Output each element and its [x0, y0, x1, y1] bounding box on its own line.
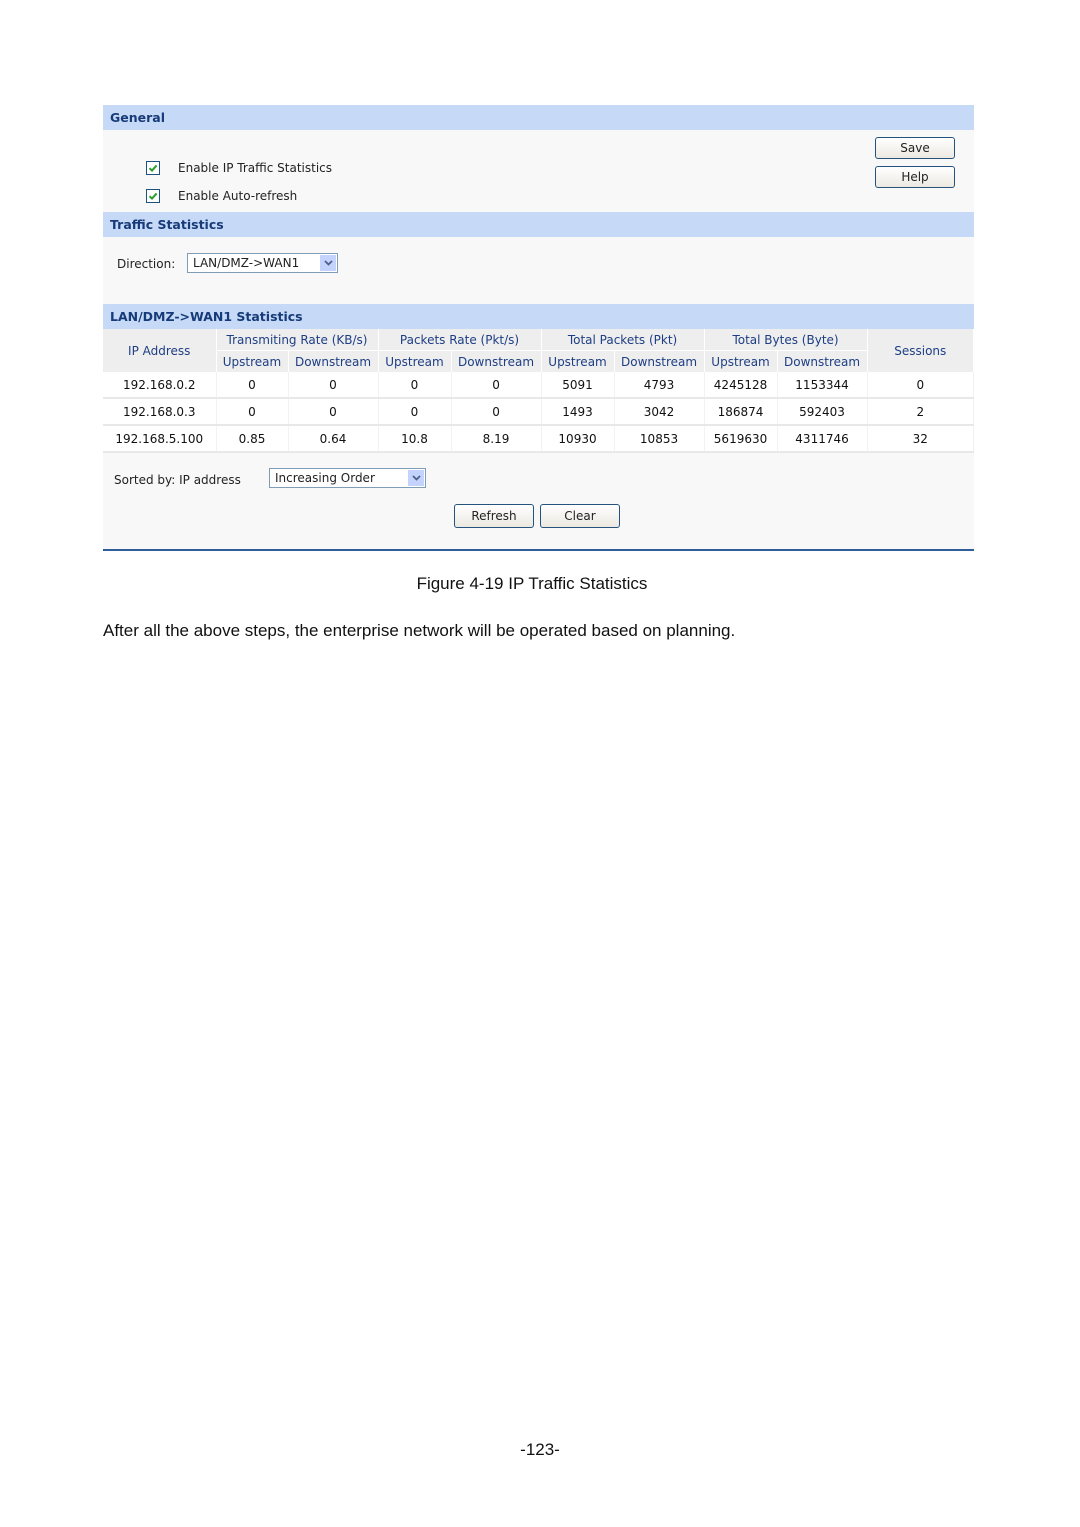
total-bytes-upstream-cell: 186874: [704, 398, 778, 426]
pkt-rate-downstream-cell: 0: [451, 372, 542, 399]
total-bytes-upstream-cell: 4245128: [704, 372, 778, 399]
column-header-total-bytes: Total Bytes (Byte): [704, 329, 868, 351]
direction-select-value: LAN/DMZ->WAN1: [193, 256, 300, 270]
tx-rate-upstream-cell: 0: [216, 398, 289, 426]
total-packets-upstream-cell: 10930: [541, 425, 615, 453]
column-header-total-packets: Total Packets (Pkt): [541, 329, 705, 351]
sort-order-select-value: Increasing Order: [275, 471, 375, 485]
total-packets-downstream-cell: 4793: [614, 372, 705, 399]
column-header-upstream: Upstream: [378, 350, 452, 372]
direction-label: Direction:: [117, 257, 176, 271]
chevron-down-icon[interactable]: [408, 470, 424, 486]
pkt-rate-downstream-cell: 8.19: [451, 425, 542, 453]
sort-order-select[interactable]: Increasing Order: [269, 468, 426, 488]
ip-address-cell: 192.168.0.3: [103, 398, 217, 426]
direction-select[interactable]: LAN/DMZ->WAN1: [187, 253, 338, 273]
total-bytes-downstream-cell: 1153344: [777, 372, 868, 399]
total-packets-upstream-cell: 5091: [541, 372, 615, 399]
tx-rate-downstream-cell: 0: [288, 398, 379, 426]
chevron-down-icon[interactable]: [320, 255, 336, 271]
help-button[interactable]: Help: [875, 166, 955, 188]
enable-ip-traffic-statistics-row: Enable IP Traffic Statistics: [146, 161, 332, 175]
pkt-rate-upstream-cell: 0: [378, 372, 452, 399]
column-header-upstream: Upstream: [541, 350, 615, 372]
refresh-button[interactable]: Refresh: [454, 504, 534, 528]
checkmark-icon: [148, 192, 158, 201]
column-header-downstream: Downstream: [451, 350, 542, 372]
page-number: -123-: [520, 1440, 560, 1459]
enable-auto-refresh-row: Enable Auto-refresh: [146, 189, 297, 203]
column-header-downstream: Downstream: [288, 350, 379, 372]
column-header-downstream: Downstream: [777, 350, 868, 372]
table-row: 192.168.0.3 0 0 0 0 1493 3042 186874 592…: [103, 398, 975, 426]
ip-traffic-statistics-panel: General Enable IP Traffic Statistics Ena…: [103, 105, 975, 551]
pkt-rate-downstream-cell: 0: [451, 398, 542, 426]
sessions-cell: 0: [867, 372, 975, 399]
general-section-header: General: [103, 105, 974, 130]
enable-ip-traffic-statistics-label: Enable IP Traffic Statistics: [178, 161, 333, 175]
ip-address-cell: 192.168.5.100: [103, 425, 217, 453]
enable-ip-traffic-statistics-checkbox[interactable]: [146, 161, 160, 175]
total-bytes-downstream-cell: 4311746: [777, 425, 868, 453]
tx-rate-upstream-cell: 0.85: [216, 425, 289, 453]
tx-rate-downstream-cell: 0: [288, 372, 379, 399]
tx-rate-upstream-cell: 0: [216, 372, 289, 399]
enable-auto-refresh-checkbox[interactable]: [146, 189, 160, 203]
clear-button[interactable]: Clear: [540, 504, 620, 528]
enable-auto-refresh-label: Enable Auto-refresh: [178, 189, 298, 203]
checkmark-icon: [148, 164, 158, 173]
sessions-cell: 2: [867, 398, 975, 426]
total-packets-downstream-cell: 10853: [614, 425, 705, 453]
sort-and-actions-area: Sorted by: IP address Increasing Order R…: [103, 453, 974, 549]
statistics-table: IP Address Transmiting Rate (KB/s) Packe…: [103, 329, 975, 453]
total-bytes-upstream-cell: 5619630: [704, 425, 778, 453]
sessions-cell: 32: [867, 425, 975, 453]
column-header-packets-rate: Packets Rate (Pkt/s): [378, 329, 542, 351]
general-section: Enable IP Traffic Statistics Enable Auto…: [103, 130, 974, 212]
save-button[interactable]: Save: [875, 137, 955, 159]
body-paragraph: After all the above steps, the enterpris…: [103, 621, 736, 640]
pkt-rate-upstream-cell: 0: [378, 398, 452, 426]
table-row: 192.168.5.100 0.85 0.64 10.8 8.19 10930 …: [103, 425, 975, 453]
column-header-ip-address: IP Address: [103, 329, 217, 372]
column-header-transmitting-rate: Transmiting Rate (KB/s): [216, 329, 379, 351]
wan-statistics-section-header: LAN/DMZ->WAN1 Statistics: [103, 304, 974, 329]
ip-address-cell: 192.168.0.2: [103, 372, 217, 399]
figure-caption: Figure 4-19 IP Traffic Statistics: [416, 574, 648, 593]
column-header-upstream: Upstream: [216, 350, 289, 372]
total-bytes-downstream-cell: 592403: [777, 398, 868, 426]
column-header-downstream: Downstream: [614, 350, 705, 372]
column-header-sessions: Sessions: [867, 329, 975, 372]
column-header-upstream: Upstream: [704, 350, 778, 372]
traffic-statistics-section-header: Traffic Statistics: [103, 212, 974, 237]
pkt-rate-upstream-cell: 10.8: [378, 425, 452, 453]
traffic-statistics-section: Direction: LAN/DMZ->WAN1: [103, 237, 974, 304]
total-packets-downstream-cell: 3042: [614, 398, 705, 426]
table-row: 192.168.0.2 0 0 0 0 5091 4793 4245128 11…: [103, 372, 975, 399]
total-packets-upstream-cell: 1493: [541, 398, 615, 426]
tx-rate-downstream-cell: 0.64: [288, 425, 379, 453]
sorted-by-label: Sorted by: IP address: [114, 473, 241, 487]
